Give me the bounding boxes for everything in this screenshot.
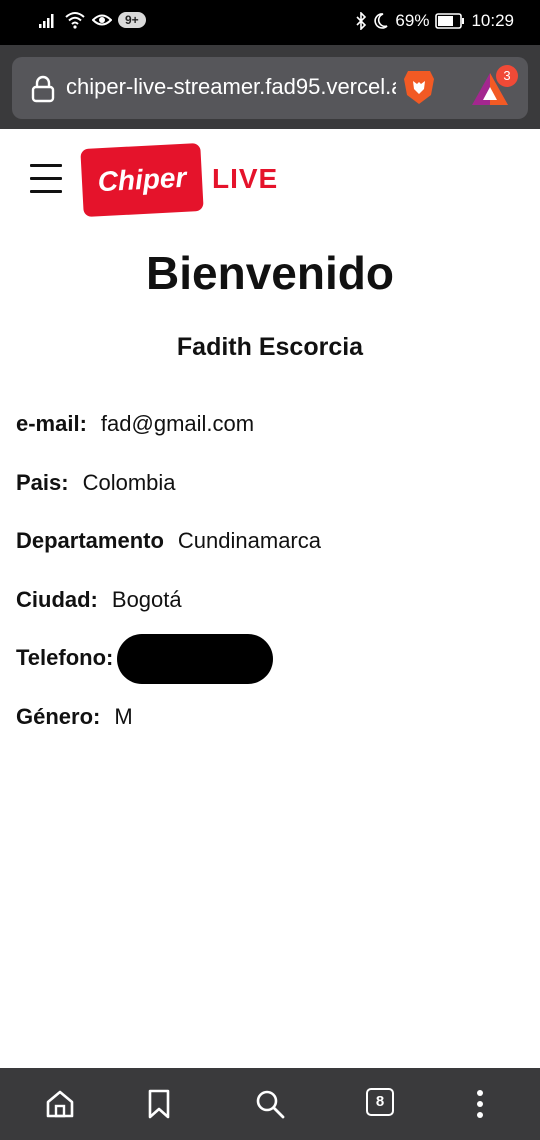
brave-shields-icon[interactable] xyxy=(400,67,438,107)
bluetooth-icon xyxy=(356,12,367,30)
browser-toolbar: chiper-live-streamer.fad95.vercel.app 3 xyxy=(0,45,540,129)
email-label: e-mail: xyxy=(16,411,87,436)
hamburger-menu-icon[interactable] xyxy=(30,164,62,194)
browser-bottom-nav: 8 xyxy=(0,1068,540,1140)
country-row: Pais: Colombia xyxy=(16,470,176,496)
search-icon[interactable] xyxy=(254,1088,286,1120)
more-options-icon[interactable] xyxy=(464,1088,496,1120)
moon-icon xyxy=(374,13,388,29)
city-value: Bogotá xyxy=(111,587,182,612)
logo-live-label: LIVE xyxy=(212,163,279,194)
home-icon[interactable] xyxy=(44,1088,76,1120)
lock-icon[interactable] xyxy=(30,75,56,103)
city-label: Ciudad: xyxy=(16,587,98,612)
status-right: 69% 10:29 xyxy=(355,11,514,31)
logo-text: Chiper xyxy=(96,161,188,198)
chiper-logo[interactable]: Chiper xyxy=(80,142,204,218)
gender-value: M xyxy=(114,704,133,729)
gender-label: Género: xyxy=(16,704,101,729)
battery-icon xyxy=(435,13,465,29)
user-name: Fadith Escorcia xyxy=(176,333,364,361)
email-value: fad@gmail.com xyxy=(100,411,255,436)
url-text[interactable]: chiper-live-streamer.fad95.vercel.app xyxy=(66,74,396,104)
department-value: Cundinamarca xyxy=(177,528,321,553)
gender-row: Género: M xyxy=(16,704,133,730)
notification-count-badge: 9+ xyxy=(118,12,146,28)
department-label: Departamento xyxy=(16,528,164,553)
status-left: 9+ xyxy=(38,11,146,29)
status-bar: 9+ 69% 10:29 xyxy=(0,0,540,45)
country-label: Pais: xyxy=(16,470,69,495)
email-row: e-mail: fad@gmail.com xyxy=(16,411,254,437)
signal-icon xyxy=(39,14,54,28)
country-value: Colombia xyxy=(82,470,176,495)
wifi-icon xyxy=(65,12,85,29)
battery-percent: 69% xyxy=(395,11,430,30)
phone-label: Telefono: xyxy=(16,644,114,670)
rewards-count-badge: 3 xyxy=(496,65,518,87)
city-row: Ciudad: Bogotá xyxy=(16,587,182,613)
department-row: Departamento Cundinamarca xyxy=(16,528,321,554)
page-title: Bienvenido xyxy=(146,247,394,299)
bookmark-icon[interactable] xyxy=(143,1088,175,1120)
eye-icon xyxy=(92,14,112,26)
address-bar[interactable]: chiper-live-streamer.fad95.vercel.app 3 xyxy=(12,57,528,119)
tabs-count-button[interactable]: 8 xyxy=(366,1088,394,1116)
redacted-phone-value xyxy=(117,634,274,684)
phone-row: Telefono: xyxy=(16,634,274,684)
clock: 10:29 xyxy=(471,11,514,30)
